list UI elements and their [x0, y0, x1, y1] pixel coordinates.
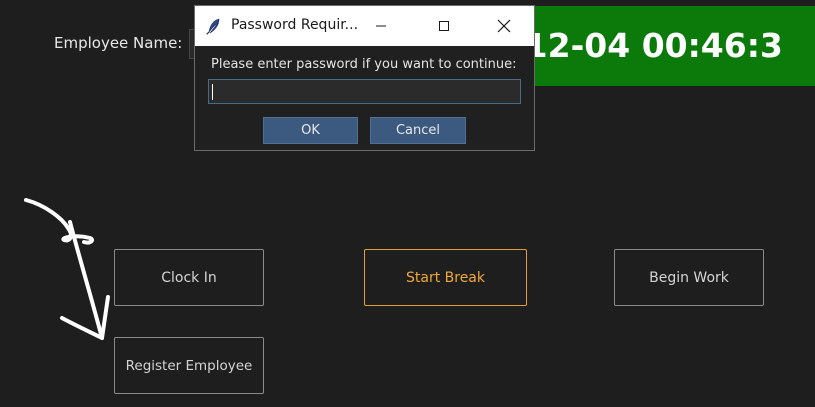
- main-window: Employee Name: 4-12-04 00:46:3 Clock In …: [0, 0, 815, 407]
- password-prompt: Please enter password if you want to con…: [211, 57, 517, 72]
- register-employee-button[interactable]: Register Employee: [114, 337, 264, 394]
- cancel-button[interactable]: Cancel: [370, 117, 466, 144]
- feather-icon: [205, 17, 223, 35]
- close-button[interactable]: [481, 6, 527, 46]
- minimize-button[interactable]: [358, 6, 404, 46]
- minimize-icon: [376, 25, 386, 27]
- dialog-title: Password Requir...: [231, 17, 359, 33]
- password-dialog: Password Requir... Please enter password…: [194, 5, 535, 151]
- password-input[interactable]: [208, 79, 521, 104]
- employee-name-label: Employee Name:: [54, 34, 183, 52]
- maximize-button[interactable]: [421, 6, 467, 46]
- dialog-titlebar[interactable]: Password Requir...: [195, 6, 534, 46]
- close-icon: [497, 19, 511, 33]
- begin-work-button[interactable]: Begin Work: [614, 249, 764, 306]
- maximize-icon: [439, 21, 449, 31]
- start-break-button[interactable]: Start Break: [364, 249, 527, 306]
- text-caret: [212, 84, 213, 100]
- ok-button[interactable]: OK: [263, 117, 358, 144]
- clock-in-button[interactable]: Clock In: [114, 249, 264, 306]
